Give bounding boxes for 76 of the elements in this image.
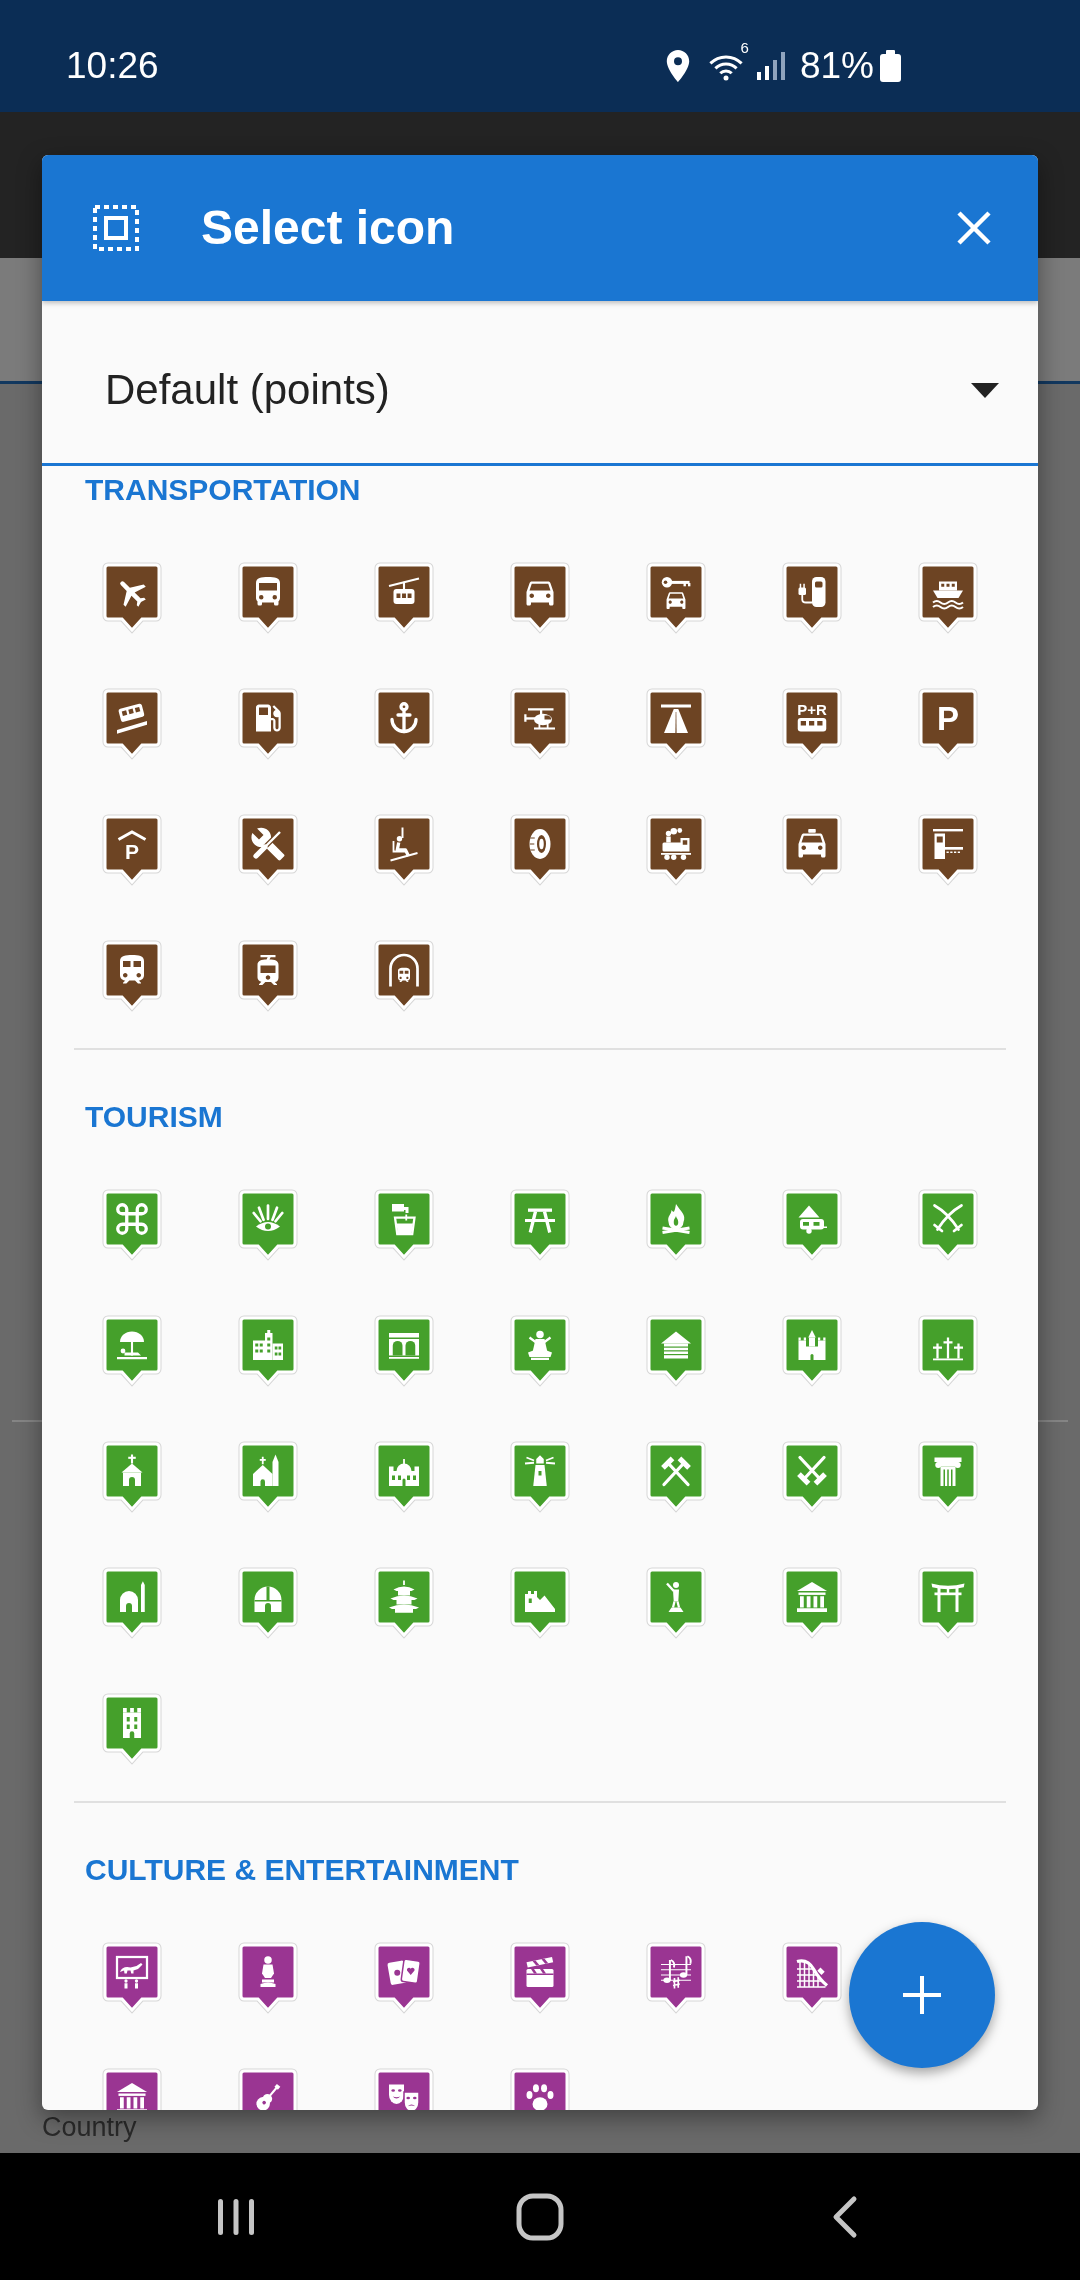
domed-palace-icon[interactable] [374,1441,434,1513]
observatory-icon[interactable] [238,1567,298,1639]
tunnel-train-icon[interactable] [374,940,434,1012]
campfire-icon[interactable] [646,1189,706,1261]
picnic-table-icon[interactable] [510,1189,570,1261]
parking-garage-icon[interactable]: P [102,814,162,886]
lighthouse-icon[interactable] [510,1441,570,1513]
section-title: CULTURE & ENTERTAINMENT [84,1852,520,1888]
steam-locomotive-icon[interactable] [646,814,706,886]
fuel-pump-icon[interactable] [238,688,298,760]
highway-icon[interactable] [646,688,706,760]
signal-icon [756,52,786,80]
toll-booth-icon[interactable] [918,814,978,886]
rail-car-icon[interactable] [102,688,162,760]
clapperboard-icon[interactable] [510,1942,570,2014]
cable-car-icon[interactable] [374,562,434,634]
crosses-icon[interactable] [918,1315,978,1387]
castle-icon[interactable] [782,1315,842,1387]
anchor-icon[interactable] [374,688,434,760]
statue-icon[interactable] [646,1567,706,1639]
wrench-screwdriver-icon[interactable] [238,814,298,886]
plus-icon [902,1975,942,2015]
icon-set-dropdown[interactable]: Default (points) [42,301,1038,466]
car-icon[interactable] [510,562,570,634]
log-cabin-icon[interactable] [646,1315,706,1387]
parking-icon[interactable]: P [918,688,978,760]
battery-icon [880,50,901,82]
playing-cards-icon[interactable] [374,1942,434,2014]
tower-icon[interactable] [102,1693,162,1765]
home-icon[interactable] [516,2192,564,2241]
park-and-ride-icon[interactable]: P+R [782,688,842,760]
bus-icon[interactable] [238,562,298,634]
eye-rays-icon[interactable] [238,1189,298,1261]
buildings-icon[interactable] [238,1315,298,1387]
tram-icon[interactable] [238,940,298,1012]
wifi-generation-label: 6 [740,40,749,56]
tire-icon[interactable] [510,814,570,886]
airplane-icon[interactable] [102,562,162,634]
roller-coaster-icon[interactable] [782,1942,842,2014]
ruins-icon[interactable] [510,1567,570,1639]
beach-umbrella-icon[interactable] [102,1315,162,1387]
location-pin-icon [665,50,690,82]
section-title: TOURISM [84,1099,224,1135]
add-button[interactable] [849,1922,995,2068]
section-title: TRANSPORTATION [84,472,362,508]
battery-percentage: 81% [799,44,874,88]
seated-statue-icon[interactable] [510,1315,570,1387]
close-icon[interactable] [956,210,992,246]
field-label: Country [41,2113,138,2144]
music-notes-icon[interactable] [646,1942,706,2014]
chapel-icon[interactable] [102,1441,162,1513]
helicopter-icon[interactable] [510,688,570,760]
inverted-hammers-icon[interactable] [782,1441,842,1513]
ferry-icon[interactable] [918,562,978,634]
bridge-icon[interactable] [374,1315,434,1387]
bust-sculpture-icon[interactable] [238,1942,298,2014]
tent-caravan-icon[interactable] [782,1189,842,1261]
status-time: 10:26 [66,44,159,88]
dome-minaret-icon[interactable] [102,1567,162,1639]
pagoda-icon[interactable] [374,1567,434,1639]
key-car-icon[interactable] [646,562,706,634]
framed-exhibit-icon[interactable] [102,1942,162,2014]
taxi-icon[interactable] [782,814,842,886]
dialog-title: Select icon [201,200,456,256]
chairlift-icon[interactable] [374,814,434,886]
crossed-swords-icon[interactable] [918,1189,978,1261]
train-icon[interactable] [102,940,162,1012]
dotted-square-icon [92,204,140,252]
crossed-hammers-icon[interactable] [646,1441,706,1513]
charging-station-icon[interactable] [782,562,842,634]
classical-building-icon[interactable] [782,1567,842,1639]
column-icon[interactable] [918,1441,978,1513]
torii-gate-icon[interactable] [918,1567,978,1639]
command-symbol-icon[interactable] [102,1189,162,1261]
water-tap-icon[interactable] [374,1189,434,1261]
church-icon[interactable] [238,1441,298,1513]
